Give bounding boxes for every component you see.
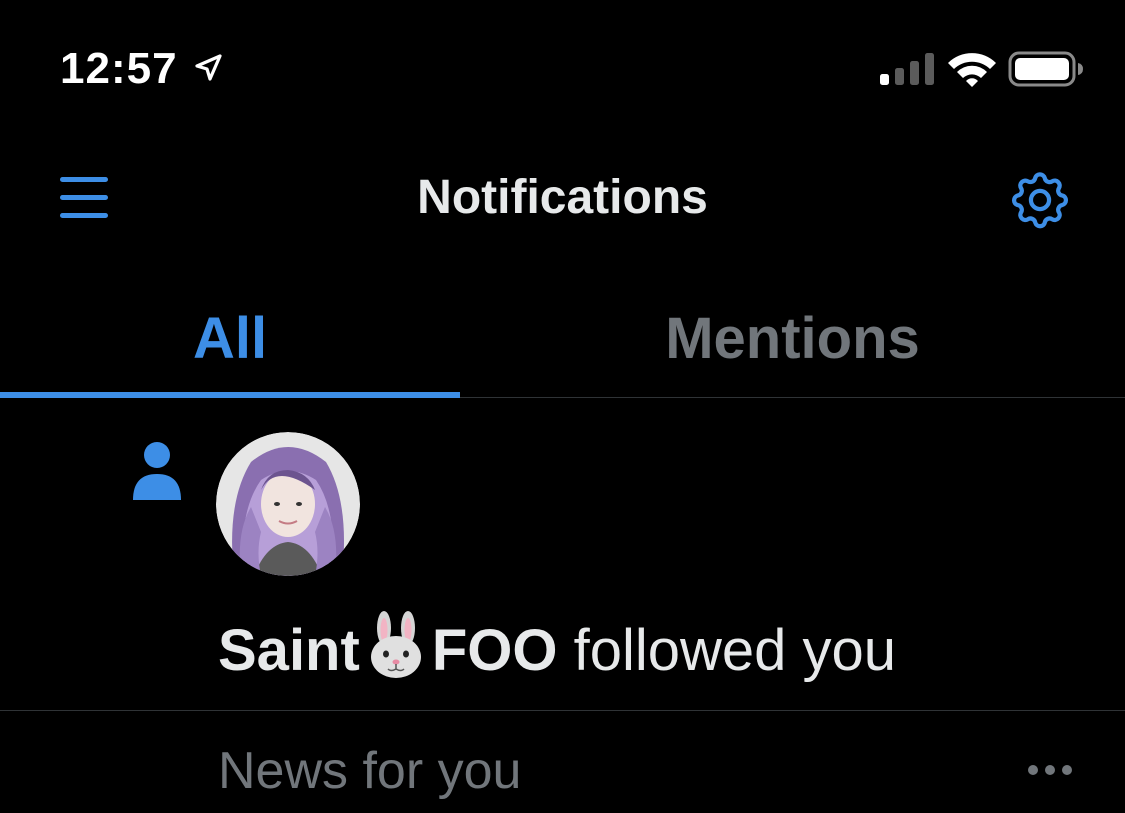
person-icon [133,442,181,500]
battery-icon [1008,51,1083,87]
rabbit-face-icon [370,611,421,678]
tab-all[interactable]: All [0,280,460,396]
news-section: News for you [0,711,1125,813]
header: Notifications [0,140,1125,260]
notification-action: followed you [557,618,897,683]
status-time: 12:57 [60,44,178,93]
user-name-part1: Saint [218,618,360,683]
page-title: Notifications [417,171,708,224]
location-arrow-icon [195,54,222,81]
wifi-icon [948,53,996,87]
gear-icon[interactable] [1006,166,1074,234]
status-bar: 12:57 [0,0,1125,130]
news-title: News for you [218,742,522,800]
avatar[interactable] [216,432,360,576]
notification-item[interactable]: Saint FOO followed you [0,398,1125,711]
notification-text: Saint FOO followed you [218,610,896,684]
more-options-icon[interactable] [1026,763,1074,777]
tab-bar: All Mentions [0,280,1125,398]
tab-mentions[interactable]: Mentions [460,280,1125,396]
cellular-signal-icon [880,53,934,85]
user-name-part2: FOO [431,618,558,683]
